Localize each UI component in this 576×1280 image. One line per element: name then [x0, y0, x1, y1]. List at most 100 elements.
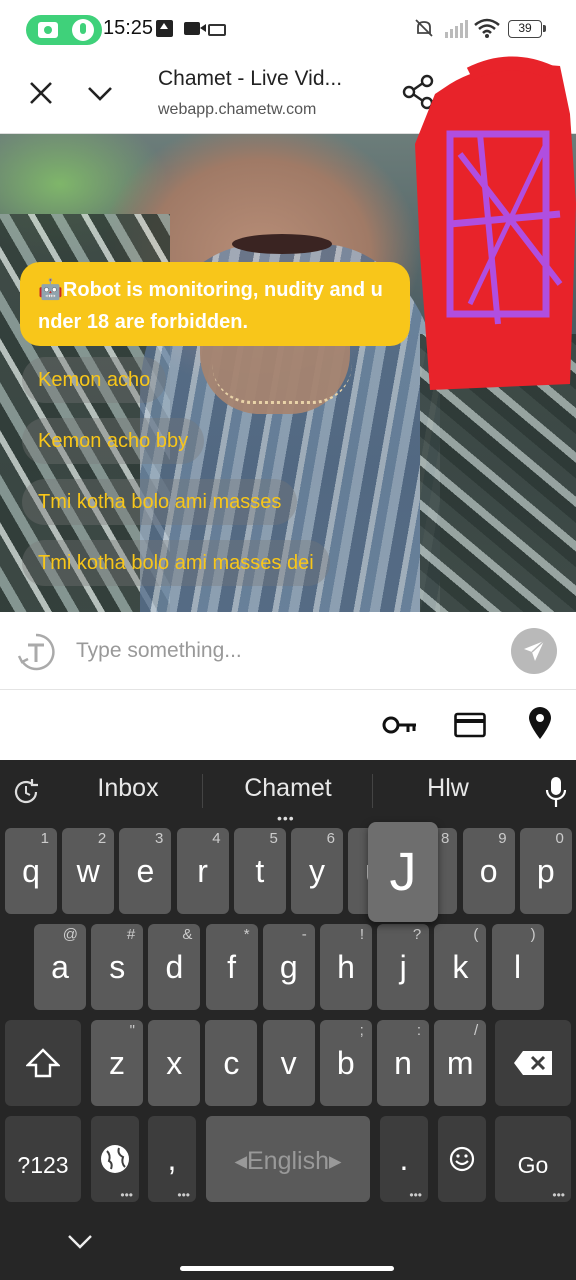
key-icon[interactable] — [382, 712, 418, 738]
key-label: , — [167, 1141, 177, 1177]
key-hint: @ — [62, 926, 78, 943]
key-label: v — [280, 1045, 297, 1081]
message-input[interactable] — [76, 636, 476, 666]
key-a[interactable]: a @ — [34, 924, 86, 1010]
key-hint: 5 — [269, 830, 278, 847]
key-w[interactable]: w2 — [62, 828, 115, 914]
key-b[interactable]: b; — [319, 1020, 372, 1106]
key-e[interactable]: e3 — [119, 828, 172, 914]
key-hint: 3 — [155, 830, 164, 847]
key-label: ?123 — [17, 1152, 69, 1178]
key-label: t — [255, 853, 265, 889]
key-h[interactable]: h! — [320, 924, 372, 1010]
key-hint: 6 — [326, 830, 335, 847]
robot-monitoring-notice: 🤖Robot is monitoring, nudity and u nder … — [20, 262, 410, 346]
location-pin-icon[interactable] — [528, 706, 552, 740]
navigation-bar — [0, 1210, 576, 1280]
key-y[interactable]: y6 — [291, 828, 343, 914]
key-label: a — [51, 949, 69, 985]
period-key[interactable]: . ••• — [380, 1116, 428, 1202]
key-label: b — [336, 1045, 355, 1081]
key-label: q — [22, 853, 40, 889]
video-mouth — [232, 234, 332, 254]
keyboard-icon — [208, 24, 226, 36]
symbols-key[interactable]: ?123 — [5, 1116, 81, 1202]
emoji-key[interactable] — [438, 1116, 486, 1202]
camera-icon — [38, 22, 58, 38]
key-label: s — [109, 949, 126, 985]
send-button[interactable] — [511, 628, 557, 674]
key-d[interactable]: d & — [148, 924, 201, 1010]
key-t[interactable]: t5 — [233, 828, 286, 914]
key-hint: 0 — [555, 830, 564, 847]
send-icon — [524, 640, 545, 661]
chevron-down-icon[interactable] — [86, 80, 114, 106]
key-hint: 1 — [40, 830, 49, 847]
key-more-dots: ••• — [120, 1188, 133, 1202]
home-indicator[interactable] — [180, 1266, 394, 1271]
scribble-overlay — [415, 56, 576, 390]
key-label: y — [309, 853, 325, 889]
key-hint: & — [182, 926, 193, 943]
key-hint: ; — [359, 1022, 364, 1039]
key-hint: - — [301, 926, 307, 943]
language-key[interactable]: ••• — [91, 1116, 139, 1202]
key-more-dots: ••• — [409, 1188, 422, 1202]
key-label: e — [136, 853, 155, 889]
backspace-key[interactable] — [495, 1020, 571, 1106]
key-label: g — [279, 949, 298, 985]
translate-icon[interactable] — [16, 632, 56, 672]
key-hint: ( — [473, 926, 479, 943]
key-f[interactable]: f * — [205, 924, 258, 1010]
video-camera-icon — [184, 22, 206, 35]
key-n[interactable]: n: — [377, 1020, 429, 1106]
key-label: m — [446, 1045, 474, 1081]
clock: 15:25 — [103, 17, 154, 39]
key-label: j — [399, 949, 407, 985]
close-icon[interactable] — [26, 78, 56, 108]
more-suggestions-dots[interactable]: ••• — [277, 810, 295, 826]
key-x[interactable]: x — [148, 1020, 201, 1106]
key-s[interactable]: s # — [91, 924, 144, 1010]
key-r[interactable]: r4 — [176, 828, 229, 914]
mute-bell-icon — [415, 19, 433, 37]
message-input-bar — [0, 612, 576, 690]
key-o[interactable]: o9 — [462, 828, 515, 914]
globe-icon — [101, 1145, 129, 1173]
key-label: c — [223, 1045, 240, 1081]
hide-keyboard-chevron-icon[interactable] — [66, 1232, 94, 1252]
comma-key[interactable]: , ••• — [148, 1116, 196, 1202]
key-label: f — [227, 949, 237, 985]
key-j[interactable]: j? — [377, 924, 430, 1010]
microphone-icon[interactable] — [544, 776, 568, 808]
key-q[interactable]: q1 — [5, 828, 57, 914]
key-m[interactable]: m / — [434, 1020, 487, 1106]
space-bar[interactable]: ◂English▸ — [206, 1116, 370, 1202]
key-hint: ! — [359, 926, 364, 943]
shift-key[interactable] — [5, 1020, 81, 1106]
go-key[interactable]: Go ••• — [495, 1116, 571, 1202]
suggestion-2[interactable]: Chamet — [212, 774, 364, 803]
key-hint: : — [416, 1022, 421, 1039]
battery-icon: 39 — [508, 20, 546, 38]
credit-card-icon[interactable] — [454, 712, 486, 738]
suggestion-strip: Inbox Chamet ••• Hlw — [0, 760, 576, 826]
key-label: r — [197, 853, 208, 889]
key-v[interactable]: v — [262, 1020, 315, 1106]
refresh-clock-icon[interactable] — [12, 778, 40, 806]
key-c[interactable]: c — [205, 1020, 258, 1106]
signal-icon — [445, 20, 468, 38]
suggestion-3[interactable]: Hlw — [382, 774, 514, 803]
screen-record-indicator[interactable] — [26, 15, 102, 45]
suggestion-1[interactable]: Inbox — [62, 774, 194, 803]
key-p[interactable]: p0 — [519, 828, 572, 914]
key-g[interactable]: g- — [262, 924, 315, 1010]
key-z[interactable]: z " — [91, 1020, 143, 1106]
key-label: p — [536, 853, 555, 889]
page-url: webapp.chametw.com — [158, 101, 317, 118]
key-l[interactable]: l) — [491, 924, 544, 1010]
key-hint: 2 — [97, 830, 107, 847]
chat-message: Tmi kotha bolo ami masses dei — [22, 540, 330, 586]
key-k[interactable]: k( — [434, 924, 487, 1010]
key-label: . — [399, 1141, 409, 1177]
